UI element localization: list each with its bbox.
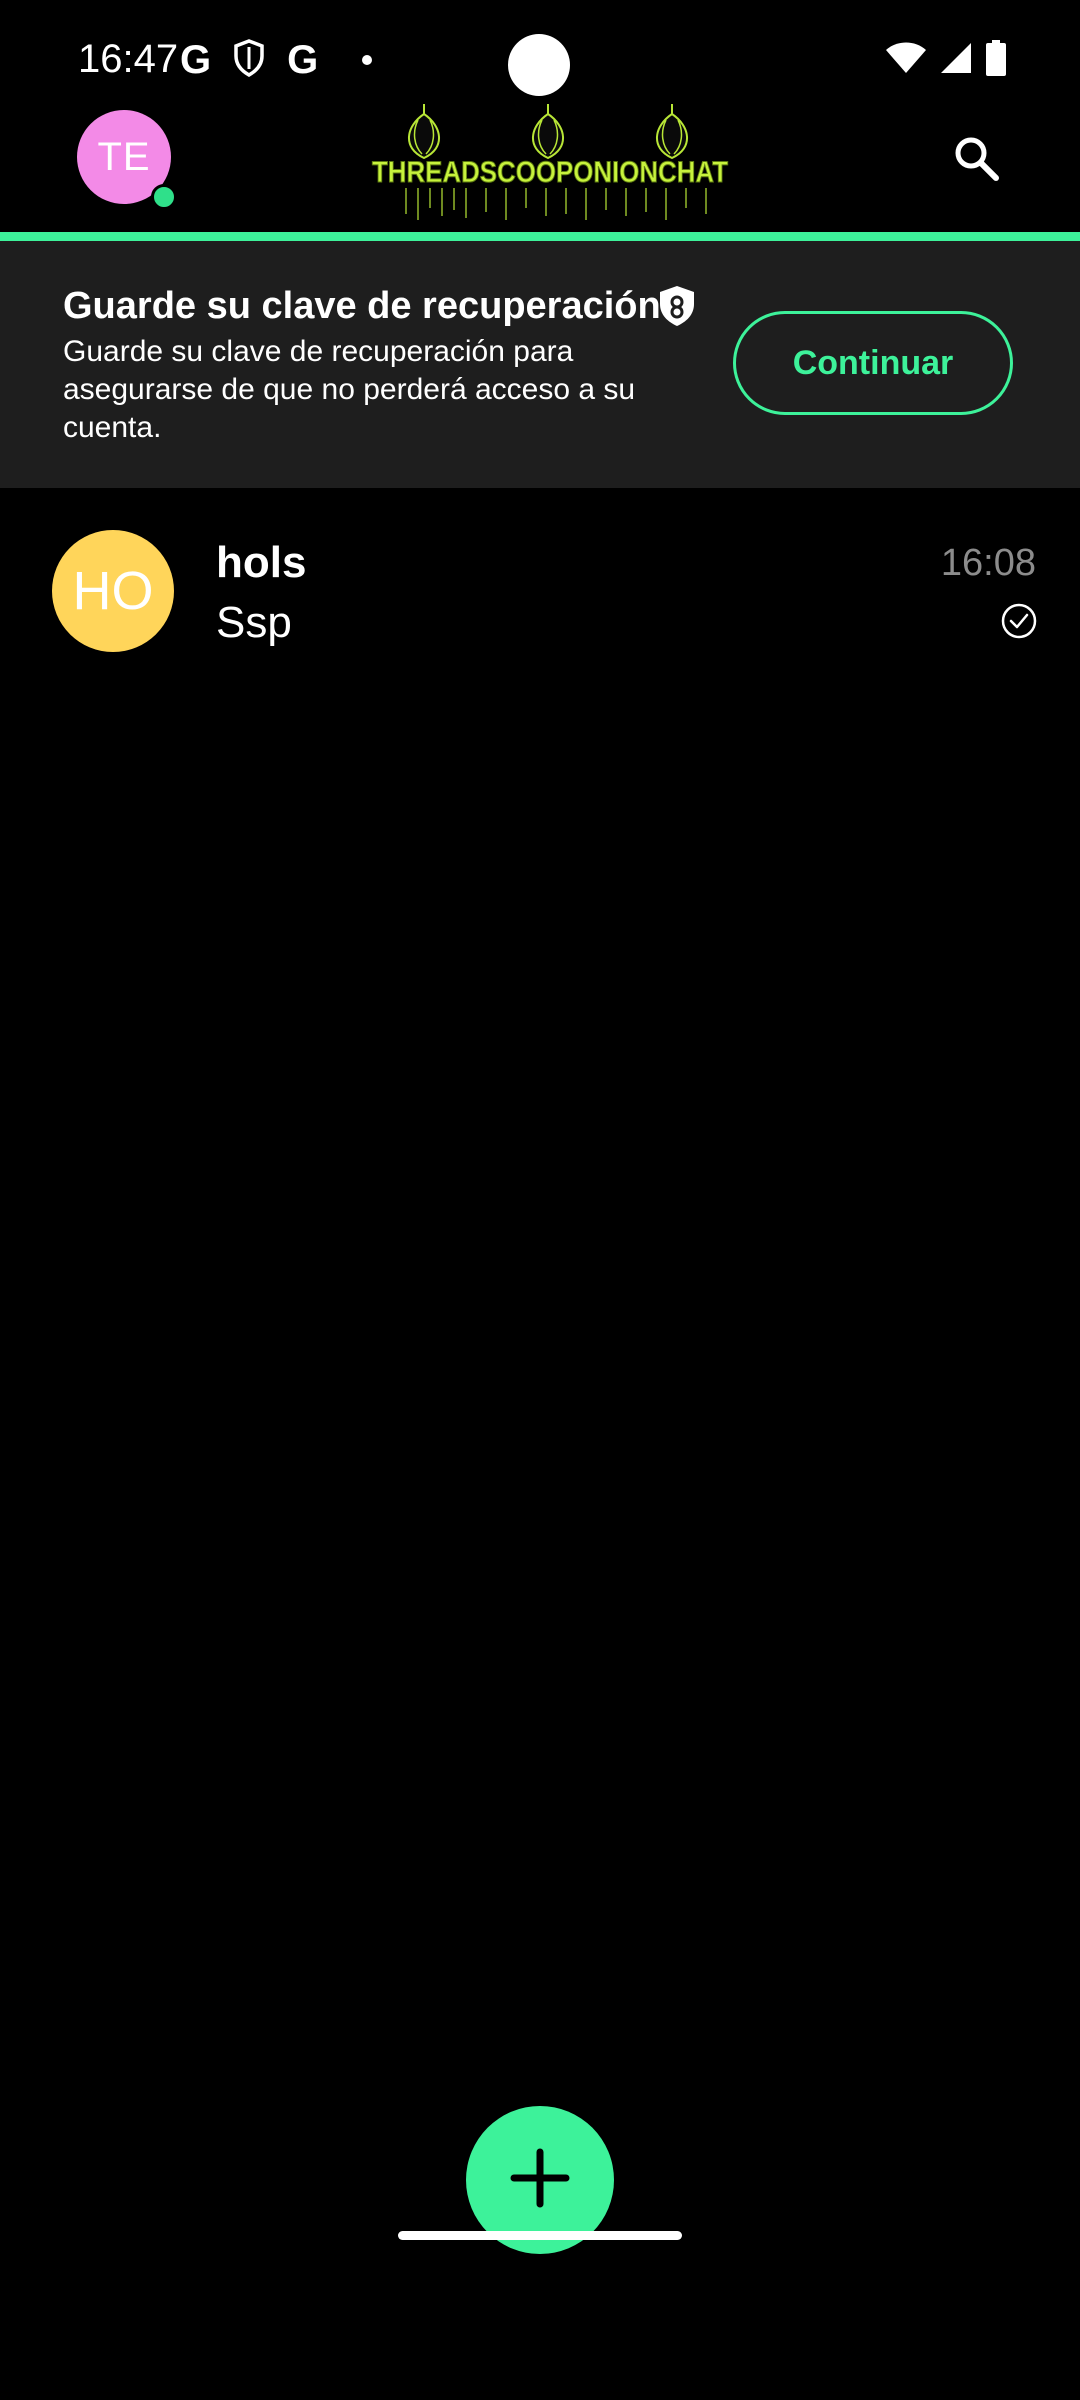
conversation-name: hols <box>216 538 307 587</box>
profile-avatar-initials: TE <box>97 134 151 179</box>
shield-icon <box>233 38 265 82</box>
google-g-icon: G <box>287 38 319 82</box>
conversation-item[interactable]: HO hols Ssp 16:08 <box>0 488 1080 694</box>
accent-divider <box>0 232 1080 241</box>
wifi-icon <box>886 42 926 79</box>
app-logo: THREADSCOOPONIONCHAT <box>366 96 734 222</box>
shield-key-icon <box>657 284 697 328</box>
search-icon <box>952 134 1000 187</box>
banner-description: Guarde su clave de recuperación para ase… <box>63 335 636 444</box>
online-status-dot <box>151 184 177 210</box>
recovery-key-banner: Guarde su clave de recuperación Guarde s… <box>0 241 1080 488</box>
app-logo-text: THREADSCOOPONIONCHAT <box>372 156 728 189</box>
banner-title: Guarde su clave de recuperación <box>63 285 661 327</box>
battery-icon <box>986 39 1006 81</box>
conversation-list: HO hols Ssp 16:08 <box>0 488 1080 694</box>
conversation-time: 16:08 <box>940 542 1036 584</box>
google-g-icon: G <box>180 38 212 82</box>
conversation-avatar: HO <box>52 530 174 652</box>
cellular-signal-icon <box>940 42 972 79</box>
check-circle-icon <box>1000 602 1038 640</box>
status-icons-left: G G <box>180 36 373 84</box>
dot-icon <box>362 55 373 65</box>
plus-icon <box>508 2146 572 2215</box>
continue-button[interactable]: Continuar <box>733 311 1013 415</box>
conversation-preview: Ssp <box>216 598 292 647</box>
camera-cutout <box>508 34 570 96</box>
status-time: 16:47 <box>78 37 179 81</box>
search-button[interactable] <box>944 128 1008 192</box>
gesture-navigation-bar[interactable] <box>398 2231 682 2240</box>
banner-title-row: Guarde su clave de recuperación <box>63 283 697 329</box>
conversation-avatar-initials: HO <box>72 561 154 621</box>
app-bar: TE THREADSCOOPONIONCHAT <box>0 90 1080 232</box>
status-icons-right <box>886 39 1006 81</box>
